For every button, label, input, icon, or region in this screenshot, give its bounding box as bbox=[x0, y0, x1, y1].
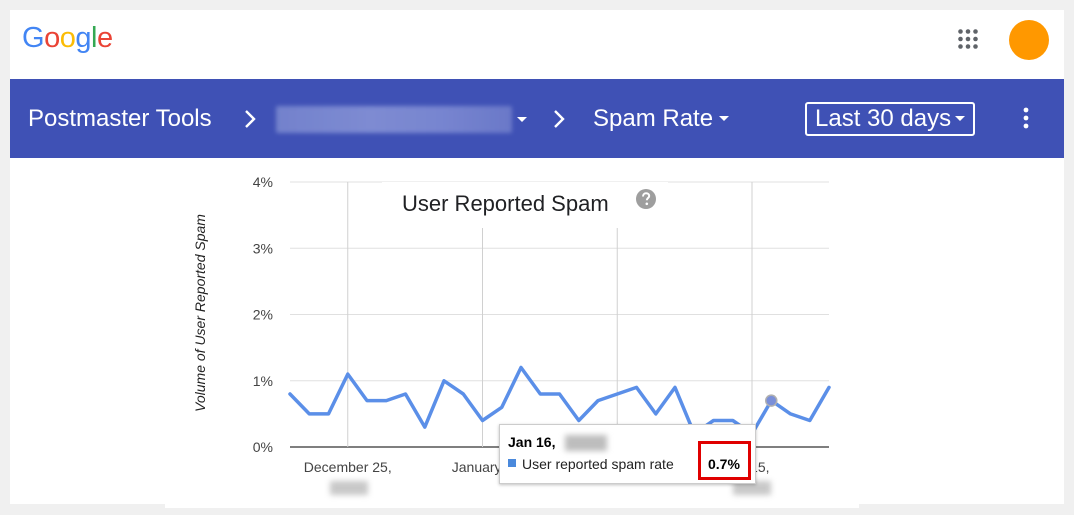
series-swatch bbox=[508, 459, 516, 467]
x-tick-year-redacted bbox=[330, 481, 368, 495]
y-tick-label: 2% bbox=[253, 307, 273, 323]
x-tick-label: December 25, bbox=[304, 459, 392, 475]
chart-title: User Reported Spam bbox=[402, 191, 609, 216]
value-highlight-box bbox=[698, 441, 751, 480]
y-tick-label: 4% bbox=[253, 174, 273, 190]
tooltip-date: Jan 16, bbox=[508, 434, 556, 450]
tooltip-series-name: User reported spam rate bbox=[522, 456, 674, 472]
chart-title-box: User Reported Spam bbox=[382, 182, 668, 228]
help-circle-icon[interactable] bbox=[636, 189, 656, 209]
y-axis-label: Volume of User Reported Spam bbox=[192, 214, 208, 412]
y-tick-label: 1% bbox=[253, 373, 273, 389]
y-tick-label: 3% bbox=[253, 240, 273, 256]
hovered-data-point bbox=[765, 394, 778, 407]
y-tick-label: 0% bbox=[253, 439, 273, 455]
tooltip-year-redacted bbox=[565, 435, 607, 451]
